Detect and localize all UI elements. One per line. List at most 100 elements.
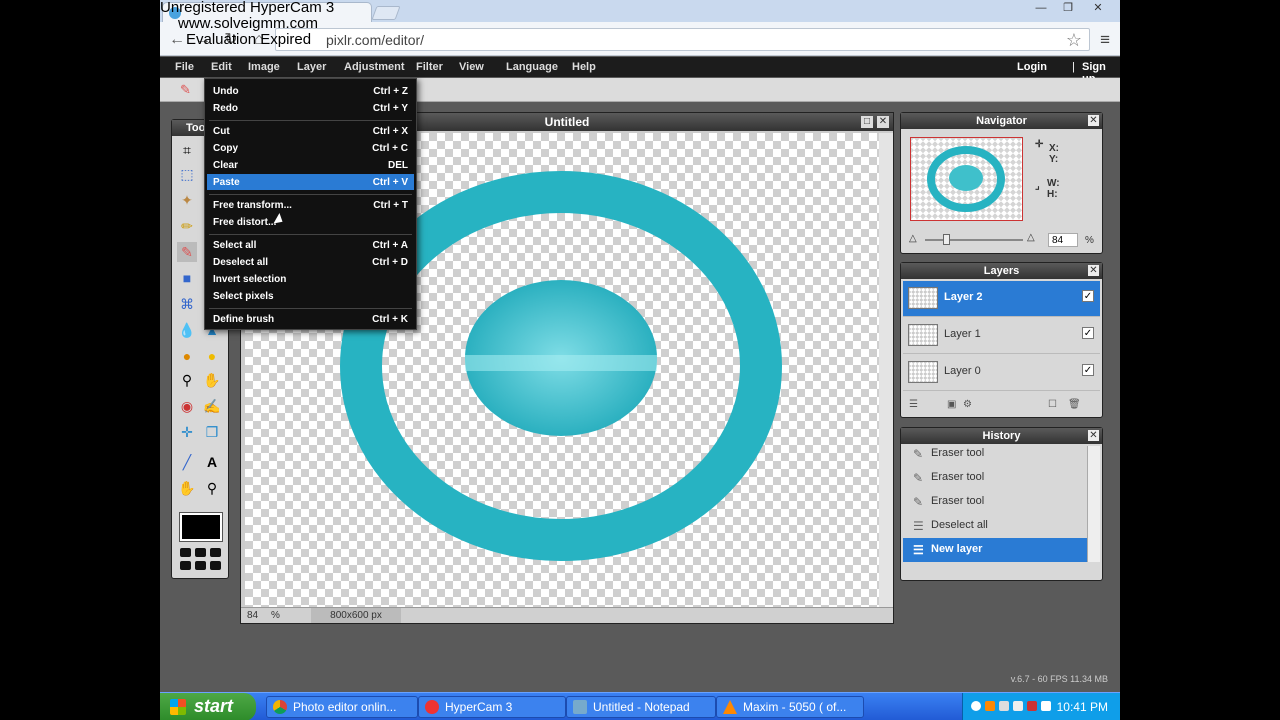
edit-menu-select-pixels[interactable]: Select pixels xyxy=(207,288,414,304)
navigator-thumbnail[interactable] xyxy=(910,137,1023,221)
tray-icon[interactable] xyxy=(1041,701,1051,711)
menu-view[interactable]: View xyxy=(459,61,484,73)
canvas-zoom-value[interactable]: 84 xyxy=(247,610,258,621)
taskbar-item-hypercam[interactable]: HyperCam 3 xyxy=(418,696,566,718)
crop-tool-icon[interactable]: ⌗ xyxy=(177,140,197,160)
security-tray-icon[interactable] xyxy=(1027,701,1037,711)
dodge-tool-icon[interactable]: ● xyxy=(177,346,197,366)
history-item[interactable]: ✎ Eraser tool xyxy=(903,442,1087,466)
menu-filter[interactable]: Filter xyxy=(416,61,443,73)
hand-pick-tool-icon[interactable]: ✋ xyxy=(202,370,222,390)
history-item[interactable]: ☰ Deselect all xyxy=(903,514,1087,538)
layer-visibility-checkbox[interactable]: ✓ xyxy=(1082,364,1094,376)
network-tray-icon[interactable] xyxy=(999,701,1009,711)
menu-help[interactable]: Help xyxy=(572,61,596,73)
palette-dot[interactable] xyxy=(180,548,191,557)
start-button[interactable]: start xyxy=(160,693,256,720)
taskbar-clock: 10:41 PM xyxy=(1056,700,1108,714)
layer-mask-icon[interactable]: ▣ xyxy=(947,399,956,410)
layer-name: Layer 0 xyxy=(944,365,981,377)
chrome-menu-icon[interactable]: ≡ xyxy=(1100,30,1110,50)
layer-row-2[interactable]: Layer 2 ✓ xyxy=(903,281,1100,317)
delete-layer-icon[interactable]: 🗑 xyxy=(1068,399,1081,410)
window-minimize-button[interactable]: — xyxy=(1028,1,1054,17)
menu-language[interactable]: Language xyxy=(506,61,558,73)
window-close-button[interactable]: ✕ xyxy=(1082,1,1114,17)
history-item[interactable]: ✎ Eraser tool xyxy=(903,490,1087,514)
taskbar-item-chrome[interactable]: Photo editor onlin... xyxy=(266,696,418,718)
eraser-tool-selected-icon[interactable]: ✎ xyxy=(177,242,197,262)
palette-dot[interactable] xyxy=(195,561,206,570)
edit-menu-cut[interactable]: Cut Ctrl + X xyxy=(207,123,414,139)
palette-dot[interactable] xyxy=(210,561,221,570)
menu-adjustment[interactable]: Adjustment xyxy=(344,61,405,73)
layer-visibility-checkbox[interactable]: ✓ xyxy=(1082,327,1094,339)
layers-close-button[interactable]: ✕ xyxy=(1088,265,1099,276)
edit-menu-copy[interactable]: Copy Ctrl + C xyxy=(207,140,414,156)
edit-menu-paste[interactable]: Paste Ctrl + V xyxy=(207,174,414,190)
edit-menu-undo[interactable]: Undo Ctrl + Z xyxy=(207,83,414,99)
tray-icon[interactable] xyxy=(971,701,981,711)
history-item[interactable]: ✎ Eraser tool xyxy=(903,466,1087,490)
vlc-tray-icon[interactable] xyxy=(985,701,995,711)
wand-tool-icon[interactable]: ✦ xyxy=(177,190,197,210)
blur-tool-icon[interactable]: 💧 xyxy=(177,320,197,340)
history-item-selected[interactable]: ☰ New layer xyxy=(903,538,1087,562)
zoom-in-icon[interactable]: △ xyxy=(1027,232,1035,243)
clone-tool-icon[interactable]: ⌘ xyxy=(177,294,197,314)
edit-menu-redo[interactable]: Redo Ctrl + Y xyxy=(207,100,414,116)
window-maximize-button[interactable]: ❐ xyxy=(1055,1,1081,17)
edit-menu-free-transform[interactable]: Free transform... Ctrl + T xyxy=(207,197,414,213)
color-swatch[interactable] xyxy=(179,512,223,542)
layer-row-0[interactable]: Layer 0 ✓ xyxy=(903,355,1100,391)
transform-tool-icon[interactable]: ❐ xyxy=(202,422,222,442)
layer-row-1[interactable]: Layer 1 ✓ xyxy=(903,318,1100,354)
edit-menu-clear[interactable]: Clear DEL xyxy=(207,157,414,173)
taskbar-item-notepad[interactable]: Untitled - Notepad xyxy=(566,696,716,718)
palette-dot[interactable] xyxy=(195,548,206,557)
palette-dot[interactable] xyxy=(210,548,221,557)
canvas-close-button[interactable]: ✕ xyxy=(877,116,889,128)
palette-dot[interactable] xyxy=(180,561,191,570)
sponge-tool-icon[interactable]: ● xyxy=(202,346,222,366)
zoom-lens-tool-icon[interactable]: ⚲ xyxy=(177,370,197,390)
menu-layer[interactable]: Layer xyxy=(297,61,326,73)
navigator-close-button[interactable]: ✕ xyxy=(1088,115,1099,126)
volume-tray-icon[interactable] xyxy=(1013,701,1023,711)
layer-visibility-checkbox[interactable]: ✓ xyxy=(1082,290,1094,302)
menu-edit[interactable]: Edit xyxy=(211,61,232,73)
login-link[interactable]: Login xyxy=(1017,61,1047,73)
zoom-slider-track[interactable] xyxy=(925,239,1023,241)
menu-image[interactable]: Image xyxy=(248,61,280,73)
vlc-cone-icon xyxy=(723,700,737,714)
red-eye-tool-icon[interactable]: ◉ xyxy=(177,396,197,416)
eyedropper-tool-icon[interactable]: ╱ xyxy=(177,452,197,472)
move-tool-icon[interactable]: ✛ xyxy=(177,422,197,442)
edit-menu-select-all[interactable]: Select all Ctrl + A xyxy=(207,237,414,253)
zoom-out-icon[interactable]: △ xyxy=(909,233,917,244)
canvas-maximize-button[interactable]: □ xyxy=(861,116,873,128)
navigator-zoom-input[interactable]: 84 xyxy=(1048,233,1078,247)
edit-menu-invert-selection[interactable]: Invert selection xyxy=(207,271,414,287)
zoom-tool-icon[interactable]: ⚲ xyxy=(202,478,222,498)
pencil-tool-icon[interactable]: ✏ xyxy=(177,216,197,236)
edit-menu-free-distort[interactable]: Free distort... xyxy=(207,214,414,230)
eraser-tool-icon[interactable]: ✎ xyxy=(180,82,191,98)
taskbar-item-vlc[interactable]: Maxim - 5050 ( of... xyxy=(716,696,864,718)
layer-style-icon[interactable]: ⚙ xyxy=(963,399,972,410)
history-close-button[interactable]: ✕ xyxy=(1088,430,1099,441)
hand-tool-icon[interactable]: ✋ xyxy=(177,478,197,498)
gradient-tool-icon[interactable]: ■ xyxy=(177,268,197,288)
edit-menu-deselect-all[interactable]: Deselect all Ctrl + D xyxy=(207,254,414,270)
marquee-tool-icon[interactable]: ⬚ xyxy=(177,164,197,184)
history-scrollbar[interactable] xyxy=(1087,446,1100,562)
layer-settings-icon[interactable]: ☰ xyxy=(909,399,918,410)
menu-file[interactable]: File xyxy=(175,61,194,73)
new-layer-icon[interactable]: ☐ xyxy=(1048,399,1057,410)
canvas-scrollbar[interactable] xyxy=(879,133,893,607)
zoom-slider-handle[interactable] xyxy=(943,234,950,245)
text-tool-icon[interactable]: A xyxy=(202,452,222,472)
smudge-tool-icon[interactable]: ✍ xyxy=(202,396,222,416)
edit-menu-define-brush[interactable]: Define brush Ctrl + K xyxy=(207,311,414,327)
bookmark-star-icon[interactable]: ☆ xyxy=(1066,30,1082,51)
